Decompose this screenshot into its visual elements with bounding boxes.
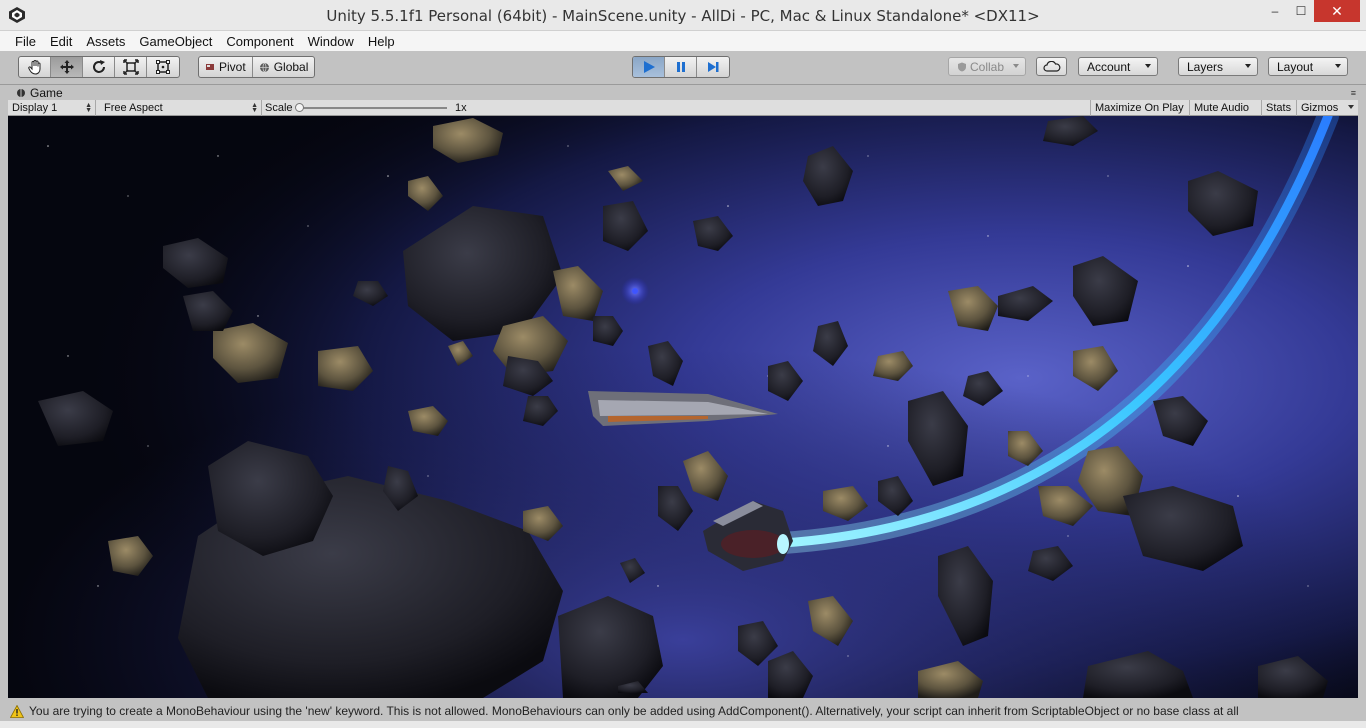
window-title: Unity 5.5.1f1 Personal (64bit) - MainSce… xyxy=(326,7,1040,25)
menu-help[interactable]: Help xyxy=(361,34,402,49)
menu-window[interactable]: Window xyxy=(301,34,361,49)
aspect-dropdown[interactable]: Free Aspect ▲ ▼ xyxy=(100,100,262,116)
account-dropdown[interactable]: Account xyxy=(1078,57,1158,76)
pivot-label: Pivot xyxy=(219,60,246,74)
play-button[interactable] xyxy=(633,57,665,77)
stats-toggle[interactable]: Stats xyxy=(1262,100,1297,116)
game-scene xyxy=(8,116,1358,698)
move-tool-button[interactable] xyxy=(51,57,83,77)
menu-component[interactable]: Component xyxy=(219,34,300,49)
pivot-global-toggle: Pivot Global xyxy=(198,56,316,78)
tab-menu-icon[interactable]: ≡ xyxy=(1351,88,1356,98)
display-dropdown[interactable]: Display 1 ▲ ▼ xyxy=(8,100,96,116)
maximize-on-play-toggle[interactable]: Maximize On Play xyxy=(1090,100,1190,116)
updown-arrows-icon: ▲ ▼ xyxy=(85,102,92,114)
status-message: You are trying to create a MonoBehaviour… xyxy=(29,704,1239,718)
window-titlebar: Unity 5.5.1f1 Personal (64bit) - MainSce… xyxy=(0,0,1366,31)
tab-game-label: Game xyxy=(30,85,63,100)
menu-assets[interactable]: Assets xyxy=(79,34,132,49)
cloud-icon xyxy=(1043,61,1061,72)
global-button[interactable]: Global xyxy=(253,57,315,77)
mute-audio-label: Mute Audio xyxy=(1194,102,1250,114)
collab-icon xyxy=(958,62,966,71)
layers-dropdown[interactable]: Layers xyxy=(1178,57,1258,76)
close-button[interactable]: ✕ xyxy=(1314,0,1360,22)
tab-game[interactable]: Game xyxy=(8,85,63,100)
global-label: Global xyxy=(273,60,309,74)
pause-button[interactable] xyxy=(665,57,697,77)
scale-value: 1x xyxy=(455,102,467,114)
play-icon xyxy=(643,61,655,73)
step-icon xyxy=(708,62,719,72)
pivot-button[interactable]: Pivot xyxy=(199,57,253,77)
playmode-controls xyxy=(632,56,730,78)
step-button[interactable] xyxy=(697,57,729,77)
rect-transform-icon xyxy=(156,60,170,74)
layout-dropdown[interactable]: Layout xyxy=(1268,57,1348,76)
game-tab-bar: Game ≡ xyxy=(8,85,1358,100)
pivot-icon xyxy=(206,64,214,70)
scale-slider-track[interactable] xyxy=(299,107,447,109)
pause-icon xyxy=(676,62,685,72)
scale-control: Scale 1x xyxy=(261,100,481,116)
game-controller-icon xyxy=(17,88,25,97)
rect-tool-button[interactable] xyxy=(147,57,179,77)
display-label: Display 1 xyxy=(12,102,58,114)
maximize-button[interactable]: ☐ xyxy=(1288,0,1314,22)
hand-icon xyxy=(27,60,40,75)
rotate-icon xyxy=(92,60,105,73)
gizmos-label: Gizmos xyxy=(1301,102,1339,114)
scale-icon xyxy=(122,59,139,75)
cloud-button[interactable] xyxy=(1036,57,1067,76)
menu-file[interactable]: File xyxy=(8,34,43,49)
mute-audio-toggle[interactable]: Mute Audio xyxy=(1190,100,1262,116)
scale-slider-knob[interactable] xyxy=(295,103,304,112)
move-icon xyxy=(59,60,74,74)
menu-edit[interactable]: Edit xyxy=(43,34,79,49)
gizmos-dropdown[interactable]: Gizmos xyxy=(1297,100,1358,116)
layers-label: Layers xyxy=(1187,59,1224,74)
console-status-bar[interactable]: You are trying to create a MonoBehaviour… xyxy=(0,701,1366,721)
account-label: Account xyxy=(1087,59,1131,74)
game-viewport[interactable] xyxy=(8,116,1358,698)
game-view-toolbar: Display 1 ▲ ▼ Free Aspect ▲ ▼ Scale 1x Max… xyxy=(8,100,1358,116)
hand-tool-button[interactable] xyxy=(19,57,51,77)
scale-tool-button[interactable] xyxy=(115,57,147,77)
layout-label: Layout xyxy=(1277,59,1314,74)
collab-dropdown[interactable]: Collab xyxy=(948,57,1026,76)
rotate-tool-button[interactable] xyxy=(83,57,115,77)
aspect-label: Free Aspect xyxy=(104,102,163,114)
maximize-on-play-label: Maximize On Play xyxy=(1095,102,1184,114)
stats-label: Stats xyxy=(1266,102,1292,114)
warning-icon xyxy=(10,704,24,718)
window-bottom-border xyxy=(0,721,1366,728)
menu-gameobject[interactable]: GameObject xyxy=(132,34,219,49)
scale-label: Scale xyxy=(265,102,293,114)
updown-arrows-icon: ▲ ▼ xyxy=(251,102,258,114)
menu-bar: File Edit Assets GameObject Component Wi… xyxy=(0,31,1366,51)
minimize-button[interactable]: – xyxy=(1262,0,1288,22)
collab-label: Collab xyxy=(970,59,1005,74)
main-toolbar: Pivot Global Collab Account Layers Layou… xyxy=(0,51,1366,85)
globe-icon xyxy=(259,62,269,72)
transform-tools xyxy=(18,56,180,78)
